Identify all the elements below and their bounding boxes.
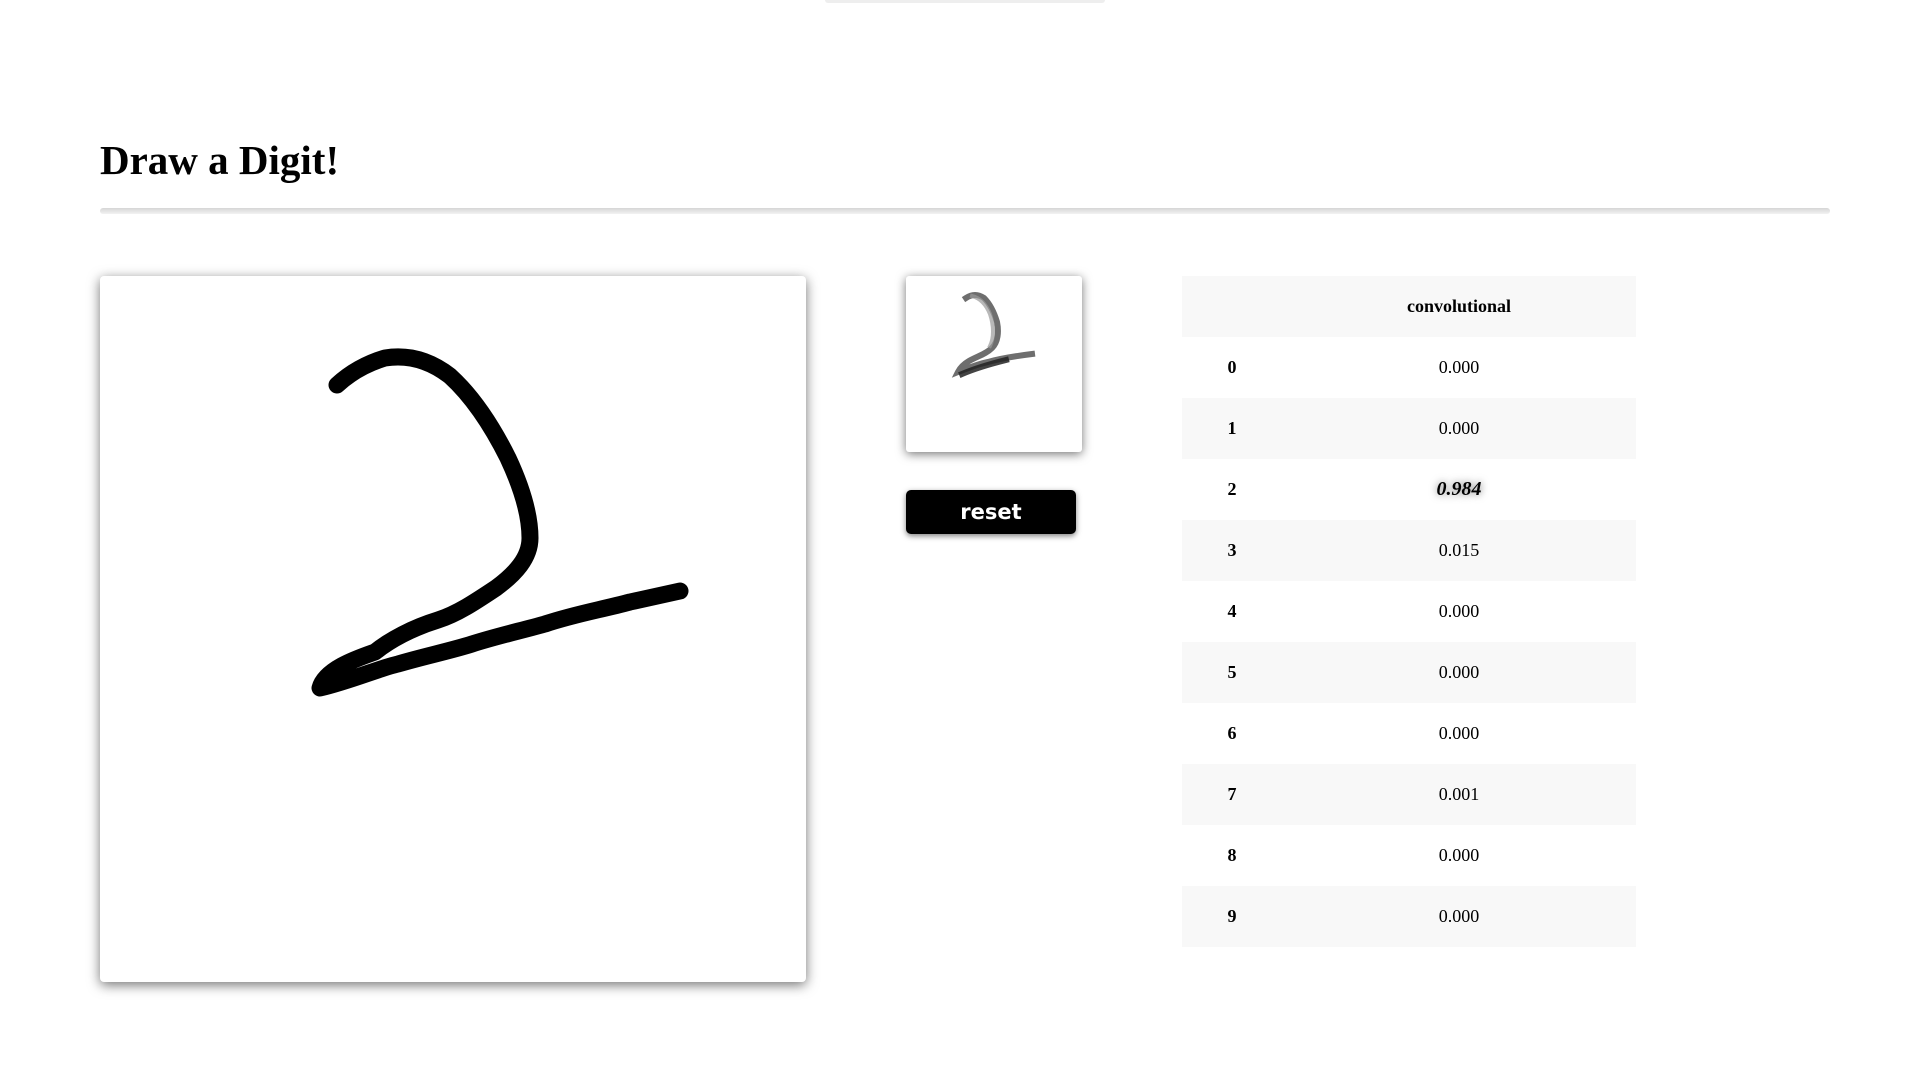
probability-value: 0.000: [1438, 723, 1480, 743]
probability-value: 0.000: [1438, 601, 1480, 621]
digit-label: 6: [1227, 723, 1237, 743]
preview-thumbnail: [906, 276, 1082, 452]
digit-label: 2: [1227, 479, 1237, 499]
digit-label: 0: [1227, 357, 1237, 377]
digit-label: 3: [1227, 540, 1237, 560]
prediction-row-2: 2 0.984: [1182, 459, 1636, 520]
prediction-table-header-row: convolutional: [1182, 276, 1636, 337]
probability-value: 0.001: [1438, 784, 1480, 804]
prediction-row-7: 7 0.001: [1182, 764, 1636, 825]
probability-value: 0.000: [1438, 662, 1480, 682]
reset-button[interactable]: reset: [906, 490, 1076, 534]
drawn-digit-stroke: [311, 348, 689, 697]
digit-label: 1: [1227, 418, 1237, 438]
digit-column-header: [1182, 276, 1282, 337]
top-probability-value: 0.984: [1436, 478, 1482, 500]
prediction-row-6: 6 0.000: [1182, 703, 1636, 764]
prediction-row-4: 4 0.000: [1182, 581, 1636, 642]
probability-value: 0.000: [1438, 906, 1480, 926]
probability-value: 0.000: [1438, 418, 1480, 438]
digit-label: 4: [1227, 601, 1237, 621]
digit-label: 7: [1227, 784, 1237, 804]
drawing-canvas[interactable]: [100, 276, 806, 982]
digit-label: 8: [1227, 845, 1237, 865]
top-tab-edge: [825, 0, 1105, 3]
probability-value: 0.015: [1438, 540, 1480, 560]
page-title: Draw a Digit!: [100, 137, 340, 183]
convolutional-column-header: convolutional: [1406, 296, 1512, 316]
prediction-table: convolutional 0 0.000 1 0.000 2 0.984 3 …: [1182, 276, 1636, 947]
prediction-row-1: 1 0.000: [1182, 398, 1636, 459]
downsampled-digit-image: [951, 292, 1036, 378]
prediction-row-3: 3 0.015: [1182, 520, 1636, 581]
probability-value: 0.000: [1438, 357, 1480, 377]
prediction-row-5: 5 0.000: [1182, 642, 1636, 703]
prediction-row-9: 9 0.000: [1182, 886, 1636, 947]
title-divider: [100, 208, 1830, 214]
probability-value: 0.000: [1438, 845, 1480, 865]
digit-label: 5: [1227, 662, 1237, 682]
digit-label: 9: [1227, 906, 1237, 926]
prediction-row-0: 0 0.000: [1182, 337, 1636, 398]
prediction-row-8: 8 0.000: [1182, 825, 1636, 886]
